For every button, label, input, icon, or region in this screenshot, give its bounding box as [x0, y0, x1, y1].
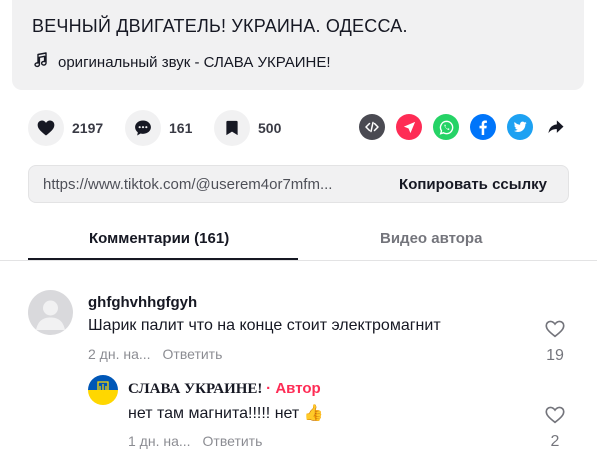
comment-bubble-icon[interactable] [125, 110, 161, 146]
send-icon[interactable] [396, 114, 422, 140]
author-badge: · Автор [266, 380, 321, 397]
ukraine-flag-avatar-icon [88, 375, 118, 405]
music-note-icon [32, 52, 58, 72]
video-info-card: ВЕЧНЫЙ ДВИГАТЕЛЬ! УКРАИНА. ОДЕССА. ориги… [12, 0, 584, 90]
tabs-divider [0, 260, 597, 261]
avatar[interactable] [88, 375, 118, 405]
comment-like[interactable]: 19 [540, 318, 570, 365]
twitter-icon[interactable] [507, 114, 533, 140]
default-avatar-icon [36, 300, 65, 330]
comment-meta: 2 дн. на... Ответить [88, 346, 222, 362]
heart-outline-icon[interactable] [544, 404, 566, 426]
tab-author-videos[interactable]: Видео автора [380, 230, 482, 247]
copy-link-button[interactable]: Копировать ссылку [378, 166, 568, 202]
sound-name: оригинальный звук - СЛАВА УКРАИНЕ! [58, 53, 331, 71]
tabs: Комментарии (161) Видео автора [0, 220, 597, 260]
reply-button[interactable]: Ответить [163, 346, 223, 362]
share-arrow-icon[interactable] [543, 114, 569, 140]
reply-username[interactable]: СЛАВА УКРАИНЕ! [128, 381, 262, 397]
comment-time: 2 дн. на... [88, 346, 151, 362]
comment-like-count: 19 [546, 347, 564, 364]
bookmark-icon[interactable] [214, 110, 250, 146]
reply-like-count: 2 [550, 433, 560, 450]
heart-icon[interactable] [28, 110, 64, 146]
share-link-bar: https://www.tiktok.com/@userem4or7mfm...… [28, 165, 569, 203]
tab-comments[interactable]: Комментарии (161) [89, 230, 229, 247]
reply-like[interactable]: 2 [540, 404, 570, 451]
facebook-icon[interactable] [470, 114, 496, 140]
comment-count: 161 [169, 120, 193, 136]
comment-username[interactable]: ghfghvhhgfgyh [88, 294, 197, 311]
like-action[interactable]: 2197 [28, 110, 103, 146]
action-bar: 2197 161 500 [28, 110, 573, 146]
reply-time: 1 дн. на... [128, 433, 191, 449]
heart-outline-icon[interactable] [544, 318, 566, 340]
like-count: 2197 [72, 120, 104, 136]
avatar[interactable] [28, 290, 73, 335]
embed-icon[interactable] [359, 114, 385, 140]
reply-username-line: СЛАВА УКРАИНЕ! · Автор [128, 380, 321, 398]
save-count: 500 [258, 120, 282, 136]
comment-text: Шарик палит что на конце стоит электрома… [88, 317, 441, 334]
sound-link[interactable]: оригинальный звук - СЛАВА УКРАИНЕ! [32, 52, 331, 72]
video-title: ВЕЧНЫЙ ДВИГАТЕЛЬ! УКРАИНА. ОДЕССА. [32, 16, 408, 36]
whatsapp-icon[interactable] [433, 114, 459, 140]
reply-meta: 1 дн. на... Ответить [128, 433, 262, 449]
comment-action[interactable]: 161 [125, 110, 192, 146]
share-url[interactable]: https://www.tiktok.com/@userem4or7mfm... [43, 176, 332, 193]
reply-button[interactable]: Ответить [203, 433, 263, 449]
reply-text: нет там магнита!!!!! нет 👍 [128, 405, 324, 422]
save-action[interactable]: 500 [214, 110, 281, 146]
